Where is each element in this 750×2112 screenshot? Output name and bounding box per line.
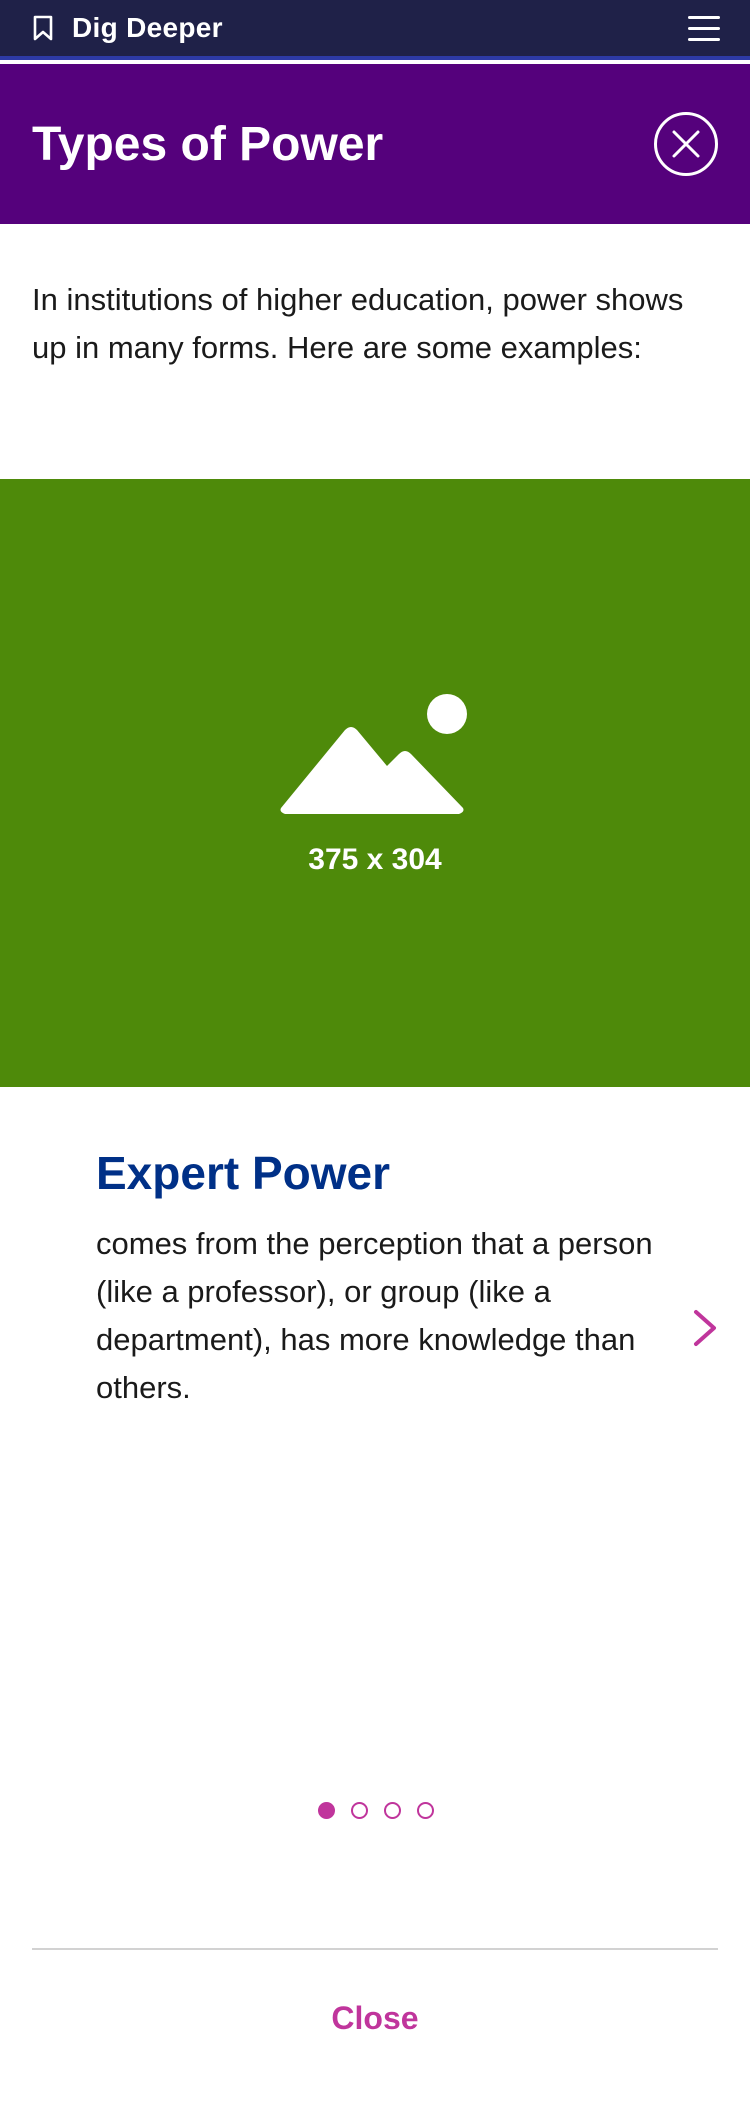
top-bar: Dig Deeper <box>0 0 750 60</box>
card-body: comes from the perception that a person … <box>96 1226 653 1405</box>
modal-header: Types of Power <box>0 64 750 224</box>
chevron-right-icon[interactable] <box>690 1306 720 1350</box>
page: Dig Deeper Types of Power In institution… <box>0 0 750 2112</box>
pagination-dot[interactable] <box>384 1802 401 1819</box>
pagination-dot[interactable] <box>351 1802 368 1819</box>
app-title: Dig Deeper <box>72 12 223 43</box>
bookmark-icon <box>32 13 58 43</box>
divider <box>32 1948 718 1950</box>
card-title: Expert Power <box>96 1147 390 1199</box>
pagination-dot[interactable] <box>417 1802 434 1819</box>
modal-title: Types of Power <box>32 117 384 171</box>
close-button[interactable]: Close <box>0 2000 750 2037</box>
pagination-dots <box>318 1802 434 1819</box>
image-dimensions: 375 x 304 <box>308 842 442 876</box>
close-icon[interactable] <box>654 112 718 176</box>
image-icon <box>275 690 475 825</box>
image-placeholder: 375 x 304 <box>0 479 750 1087</box>
hamburger-menu-icon[interactable] <box>688 16 720 44</box>
intro-text: In institutions of higher education, pow… <box>32 282 684 365</box>
pagination-dot[interactable] <box>318 1802 335 1819</box>
